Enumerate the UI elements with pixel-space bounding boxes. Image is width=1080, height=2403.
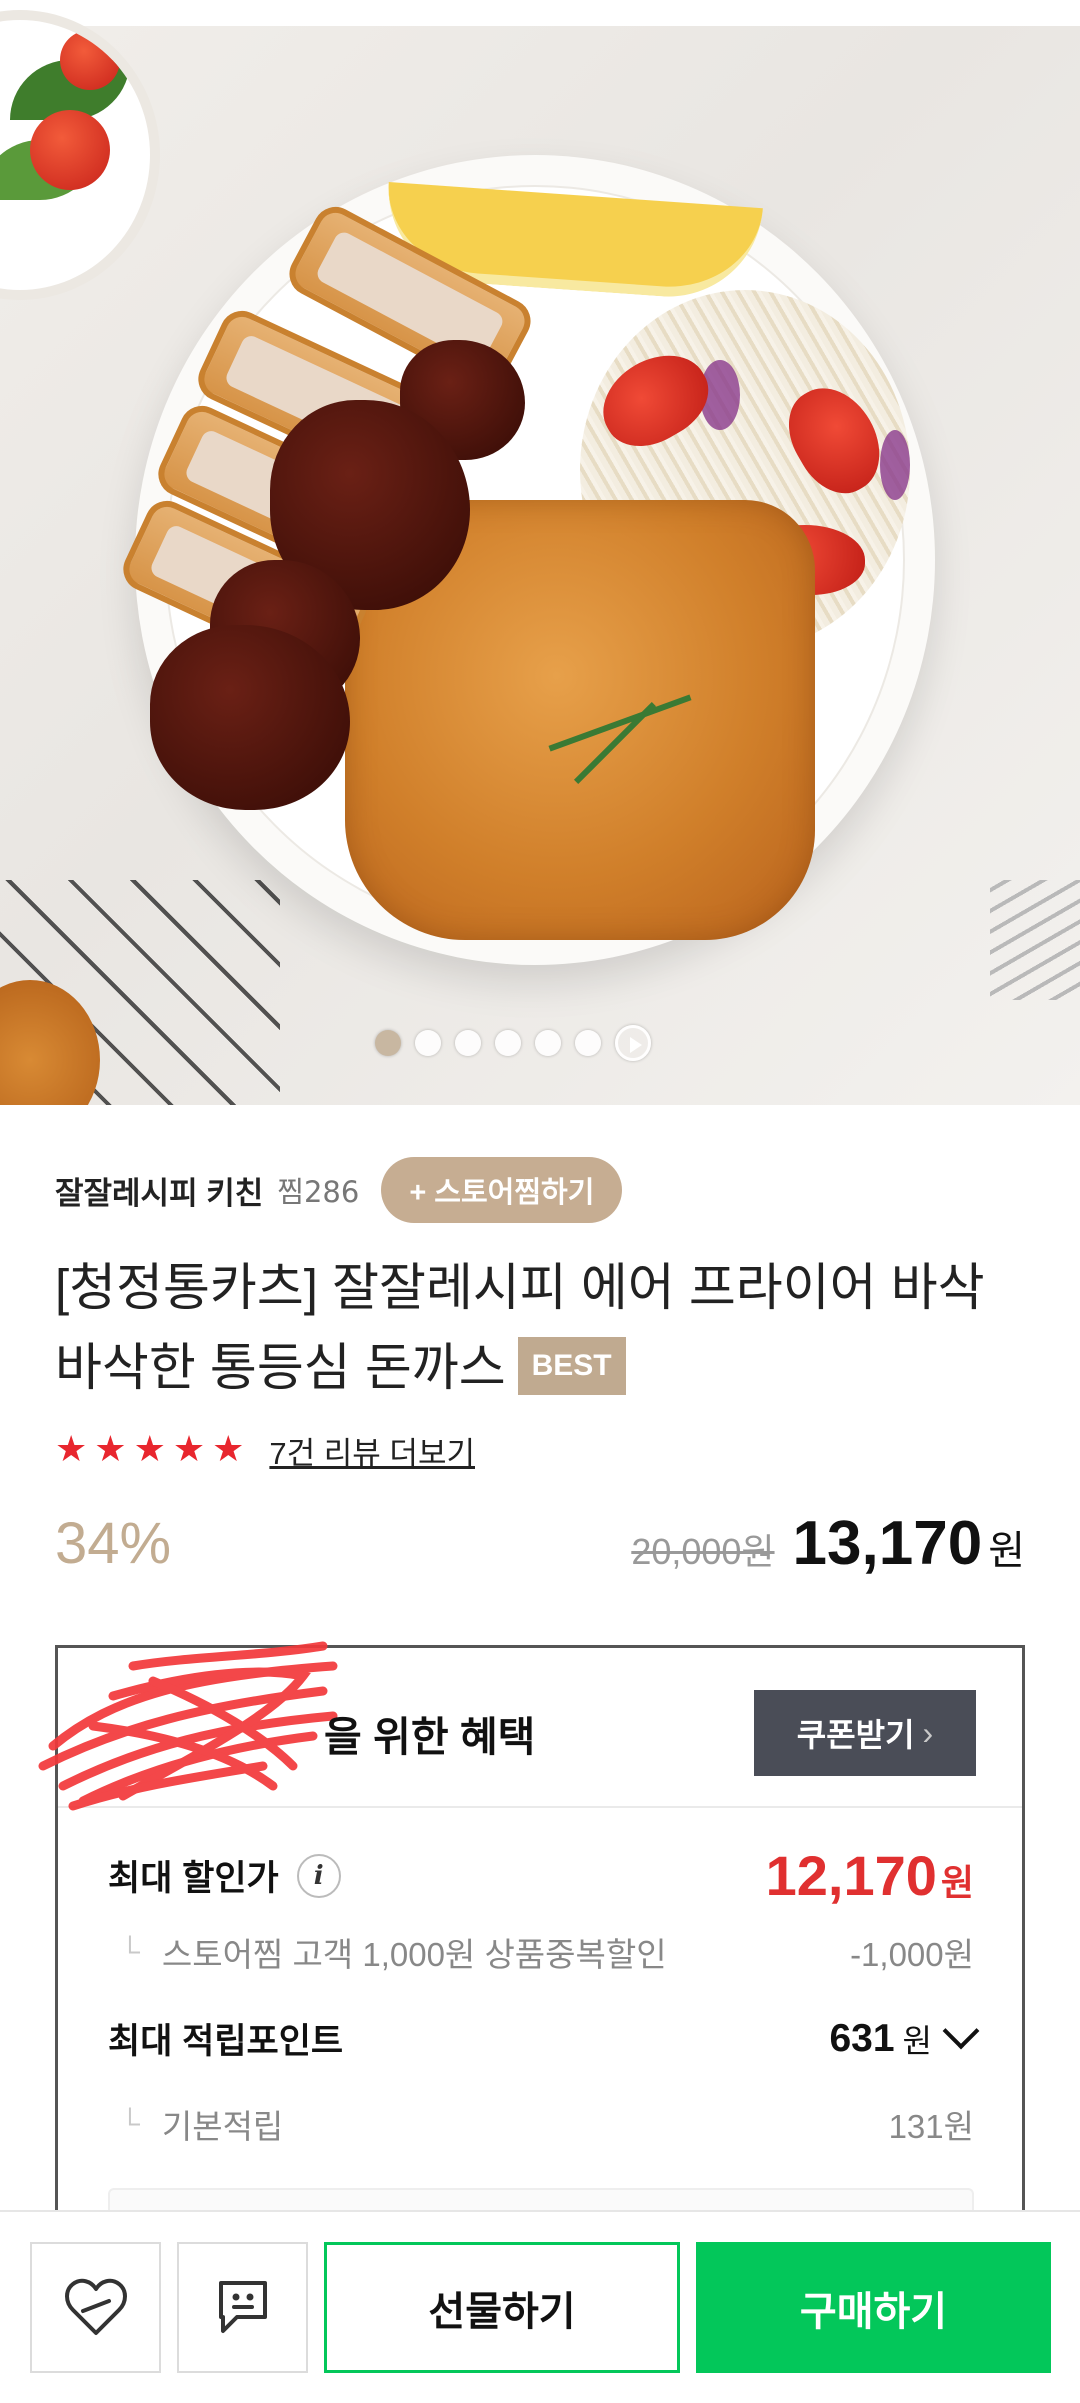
fork-graphic xyxy=(990,880,1080,1000)
coupon-button-label: 쿠폰받기 xyxy=(796,1717,915,1753)
base-points-label: 기본적립 xyxy=(161,2108,284,2145)
benefit-header: 을 위한 혜택 쿠폰받기 › xyxy=(38,1641,1022,1811)
info-icon[interactable]: i xyxy=(296,1853,341,1898)
talktalk-button[interactable] xyxy=(177,2242,308,2373)
coupon-button[interactable]: 쿠폰받기 › xyxy=(754,1690,976,1776)
max-points-value-wrap: 631 원 xyxy=(829,2012,980,2062)
max-points-value: 631 xyxy=(829,2016,895,2060)
max-discount-row: 최대 할인가 i 12,170 원 xyxy=(108,1843,974,1908)
gift-button[interactable]: 선물하기 xyxy=(324,2242,680,2373)
product-title: [청정통카츠] 잘잘레시피 에어 프라이어 바삭 바삭한 통등심 돈까스 BEST xyxy=(55,1248,1045,1408)
sale-price: 13,170 xyxy=(792,1509,983,1578)
star-icon: ★ xyxy=(55,1429,88,1470)
base-points-label-wrap: └ 기본적립 xyxy=(120,2100,283,2148)
store-zzim-discount-label: 스토어찜 고객 1,000원 상품중복할인 xyxy=(161,1936,667,1973)
price-row: 20,000원 13,170 원 xyxy=(631,1508,1025,1579)
product-page: 잘잘레시피 키친 찜286 + 스토어찜하기 [청정통카츠] 잘잘레시피 에어 … xyxy=(0,0,1080,2403)
benefit-title: 을 위한 혜택 xyxy=(324,1714,536,1760)
redaction-scribble xyxy=(38,1641,338,1811)
currency-label: 원 xyxy=(988,1529,1025,1573)
rating-row: ★ ★ ★ ★ ★ 7건 리뷰 더보기 xyxy=(55,1425,475,1475)
discount-rate: 34% xyxy=(55,1511,172,1576)
store-zzim-count: 찜286 xyxy=(277,1175,360,1209)
pager-dot[interactable] xyxy=(535,1030,561,1056)
wishlist-button[interactable] xyxy=(30,2242,161,2373)
store-favorite-button[interactable]: + 스토어찜하기 xyxy=(381,1157,623,1223)
base-points-row: └ 기본적립 131원 xyxy=(120,2100,974,2148)
star-icon: ★ xyxy=(212,1429,245,1470)
pager-dot-active[interactable] xyxy=(375,1030,401,1056)
best-badge: BEST xyxy=(517,1336,626,1395)
max-discount-label: 최대 할인가 xyxy=(108,1859,279,1898)
max-discount-price: 12,170 원 xyxy=(765,1844,974,1907)
play-icon[interactable] xyxy=(615,1025,651,1061)
store-zzim-discount-value: -1,000원 xyxy=(850,1936,974,1973)
max-discount-label-wrap: 최대 할인가 i xyxy=(108,1850,341,1901)
chat-icon xyxy=(218,2280,267,2333)
chevron-right-icon: › xyxy=(922,1714,934,1751)
image-pager[interactable] xyxy=(375,1025,705,1061)
store-zzim-discount-row: └ 스토어찜 고객 1,000원 상품중복할인 -1,000원 xyxy=(120,1928,974,1976)
indent-corner-icon: └ xyxy=(120,2108,140,2139)
max-points-unit: 원 xyxy=(902,2022,932,2059)
store-row: 잘잘레시피 키친 찜286 + 스토어찜하기 xyxy=(55,1155,623,1225)
indent-corner-icon: └ xyxy=(120,1936,140,1967)
star-icon: ★ xyxy=(133,1429,166,1470)
buy-button[interactable]: 구매하기 xyxy=(696,2242,1051,2373)
purple-cabbage-graphic xyxy=(880,430,910,500)
star-icon: ★ xyxy=(94,1429,127,1470)
base-points-value: 131원 xyxy=(888,2108,974,2145)
review-link[interactable]: 7건 리뷰 더보기 xyxy=(269,1428,475,1473)
status-strip xyxy=(0,0,1080,26)
store-zzim-discount-label-wrap: └ 스토어찜 고객 1,000원 상품중복할인 xyxy=(120,1928,667,1976)
salad-bowl-graphic xyxy=(0,10,160,300)
max-points-label: 최대 적립포인트 xyxy=(108,2022,344,2061)
heart-icon xyxy=(64,2278,127,2335)
store-name[interactable]: 잘잘레시피 키친 xyxy=(55,1168,263,1213)
pager-dot[interactable] xyxy=(415,1030,441,1056)
product-image[interactable] xyxy=(0,0,1080,1105)
original-price: 20,000원 xyxy=(631,1531,775,1572)
pager-dot[interactable] xyxy=(495,1030,521,1056)
pager-dot[interactable] xyxy=(575,1030,601,1056)
max-points-row[interactable]: 최대 적립포인트 631 원 xyxy=(108,2012,980,2064)
chevron-down-icon[interactable] xyxy=(942,2012,980,2049)
pager-dot[interactable] xyxy=(455,1030,481,1056)
star-icon: ★ xyxy=(172,1429,206,1470)
bottom-action-bar: 선물하기 구매하기 xyxy=(0,2210,1080,2403)
